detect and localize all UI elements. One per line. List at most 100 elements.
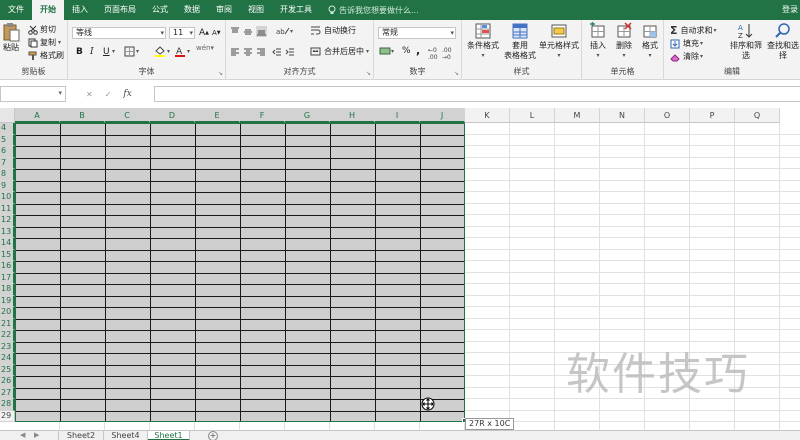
tab-formulas[interactable]: 公式 — [144, 0, 176, 20]
cancel-icon[interactable]: ✕ — [86, 90, 93, 99]
cut-button[interactable]: 剪切 — [28, 24, 56, 35]
formula-input[interactable] — [154, 86, 800, 102]
column-header-g[interactable]: G — [285, 108, 330, 123]
next-sheet-icon[interactable]: ▶ — [34, 431, 39, 440]
autosum-button[interactable]: Σ 自动求和 ▾ — [670, 24, 717, 37]
row-header-25[interactable]: 25 — [0, 364, 15, 376]
row-header-20[interactable]: 20 — [0, 307, 15, 319]
fill-color-button[interactable]: ▾ — [154, 45, 170, 57]
column-header-h[interactable]: H — [330, 108, 375, 123]
column-header-i[interactable]: I — [375, 108, 420, 123]
increase-indent-button[interactable] — [285, 47, 295, 57]
column-header-k[interactable]: K — [465, 108, 510, 123]
column-header-f[interactable]: F — [240, 108, 285, 123]
align-top-button[interactable] — [230, 27, 240, 37]
conditional-format-button[interactable]: 条件格式 ▾ — [466, 22, 500, 61]
orientation-button[interactable]: ab ▾ — [276, 26, 293, 37]
row-header-27[interactable]: 27 — [0, 387, 15, 399]
column-header-c[interactable]: C — [105, 108, 150, 123]
align-bottom-button[interactable] — [256, 26, 267, 37]
wrap-text-button[interactable]: 自动换行 — [310, 25, 356, 36]
add-sheet-button[interactable]: + — [208, 431, 218, 440]
phonetic-button[interactable]: wén▾ — [196, 44, 214, 52]
select-all-button[interactable] — [0, 108, 15, 123]
selected-range[interactable] — [15, 123, 465, 422]
underline-button[interactable]: U — [103, 47, 110, 57]
font-color-button[interactable]: A ▾ — [174, 45, 190, 57]
fill-button[interactable]: 填充 ▾ — [670, 38, 703, 49]
accounting-format-button[interactable]: ▾ — [379, 46, 394, 56]
format-painter-button[interactable]: 格式刷 — [28, 50, 64, 61]
row-header-8[interactable]: 8 — [0, 169, 15, 181]
row-header-5[interactable]: 5 — [0, 134, 15, 146]
sheet-tab-sheet2[interactable]: Sheet2 — [58, 431, 104, 440]
column-header-m[interactable]: M — [555, 108, 600, 123]
column-header-l[interactable]: L — [510, 108, 555, 123]
font-name-combo[interactable]: 等线 ▾ — [72, 27, 166, 39]
row-header-13[interactable]: 13 — [0, 226, 15, 238]
login-link[interactable]: 登录 — [782, 0, 798, 20]
row-header-12[interactable]: 12 — [0, 215, 15, 227]
insert-cells-button[interactable]: 插入 ▾ — [586, 22, 610, 61]
row-header-16[interactable]: 16 — [0, 261, 15, 273]
tell-me-box[interactable]: 告诉我您想要做什么... — [328, 5, 419, 16]
row-header-17[interactable]: 17 — [0, 272, 15, 284]
row-header-26[interactable]: 26 — [0, 376, 15, 388]
number-dialog-launcher-icon[interactable]: ↘ — [454, 70, 459, 77]
row-header-9[interactable]: 9 — [0, 180, 15, 192]
tab-view[interactable]: 视图 — [240, 0, 272, 20]
shrink-font-button[interactable]: A ▼ — [212, 29, 221, 37]
align-center-button[interactable] — [243, 47, 253, 57]
bold-button[interactable]: B — [76, 47, 83, 57]
align-left-button[interactable] — [230, 47, 240, 57]
row-header-14[interactable]: 14 — [0, 238, 15, 250]
grow-font-button[interactable]: A ▲ — [199, 28, 209, 38]
row-header-19[interactable]: 19 — [0, 295, 15, 307]
row-header-22[interactable]: 22 — [0, 330, 15, 342]
row-header-15[interactable]: 15 — [0, 249, 15, 261]
comma-button[interactable]: , — [416, 44, 420, 57]
font-dialog-launcher-icon[interactable]: ↘ — [218, 70, 223, 77]
copy-button[interactable]: 复制 ▾ — [28, 37, 61, 48]
format-as-table-button[interactable]: 套用 表格格式 — [504, 22, 536, 61]
row-header-4[interactable]: 4 — [0, 123, 15, 135]
prev-sheet-icon[interactable]: ◀ — [20, 431, 25, 440]
align-right-button[interactable] — [256, 47, 266, 57]
sheet-tab-sheet4[interactable]: Sheet4 — [104, 431, 148, 440]
worksheet-grid[interactable]: A B C D E F G H I J K L M N O P Q 4 5 6 7 8 9 10 11 12 13 14 15 16 17 1… — [0, 108, 800, 430]
merge-center-button[interactable]: 合并后居中 ▾ — [310, 46, 369, 57]
clear-button[interactable]: 清除 ▾ — [670, 51, 703, 62]
column-header-d[interactable]: D — [150, 108, 195, 123]
row-header-11[interactable]: 11 — [0, 203, 15, 215]
sort-filter-button[interactable]: AZ 排序和筛选 — [728, 22, 764, 61]
column-header-j[interactable]: J — [420, 108, 465, 123]
column-header-b[interactable]: B — [60, 108, 105, 123]
insert-function-icon[interactable]: fx — [123, 89, 131, 99]
underline-dropdown[interactable]: ▾ — [112, 48, 115, 55]
italic-button[interactable]: I — [90, 47, 94, 57]
cell-styles-button[interactable]: 单元格样式 ▾ — [538, 22, 580, 61]
row-header-7[interactable]: 7 — [0, 157, 15, 169]
row-header-24[interactable]: 24 — [0, 353, 15, 365]
row-header-28[interactable]: 28 — [0, 399, 15, 411]
decrease-decimal-button[interactable]: .00 →0 — [442, 47, 452, 61]
enter-icon[interactable]: ✓ — [105, 90, 112, 99]
find-select-button[interactable]: 查找和选择 — [766, 22, 800, 61]
tab-review[interactable]: 审阅 — [208, 0, 240, 20]
tab-developer[interactable]: 开发工具 — [272, 0, 320, 20]
number-format-combo[interactable]: 常规 ▾ — [378, 27, 456, 39]
borders-button[interactable]: ▾ — [124, 46, 139, 57]
column-header-e[interactable]: E — [195, 108, 240, 123]
column-header-o[interactable]: O — [645, 108, 690, 123]
tab-file[interactable]: 文件 — [0, 0, 32, 20]
tab-insert[interactable]: 插入 — [64, 0, 96, 20]
percent-button[interactable]: % — [402, 46, 411, 56]
column-header-n[interactable]: N — [600, 108, 645, 123]
row-header-10[interactable]: 10 — [0, 192, 15, 204]
increase-decimal-button[interactable]: ←0.00 — [428, 47, 438, 61]
column-header-q[interactable]: Q — [735, 108, 780, 123]
column-header-p[interactable]: P — [690, 108, 735, 123]
tab-page-layout[interactable]: 页面布局 — [96, 0, 144, 20]
delete-cells-button[interactable]: 删除 ▾ — [612, 22, 636, 61]
font-size-combo[interactable]: 11 ▾ — [169, 27, 195, 39]
